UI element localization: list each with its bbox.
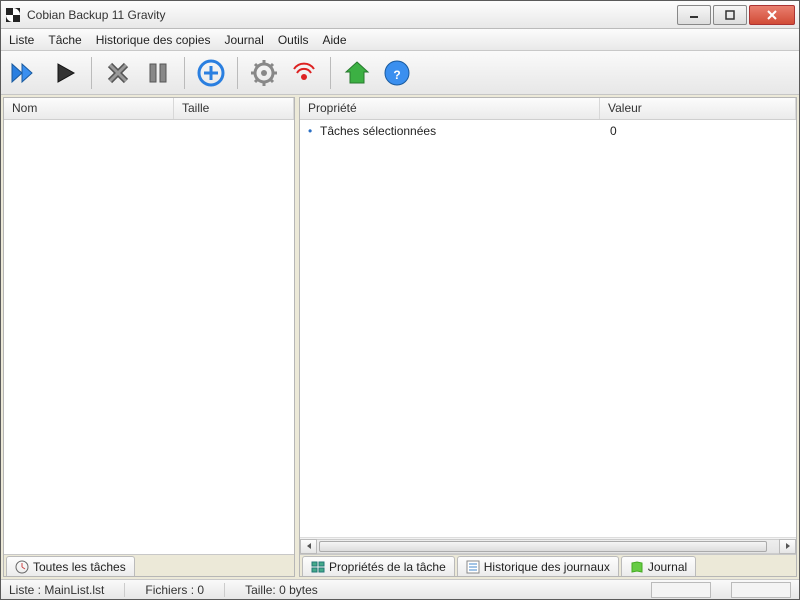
book-icon	[630, 560, 644, 574]
new-task-button[interactable]	[193, 55, 229, 91]
scroll-right-arrow[interactable]	[779, 539, 796, 554]
right-tabs: Propriétés de la tâche Historique des jo…	[300, 554, 796, 576]
run-all-button[interactable]	[7, 55, 43, 91]
menu-liste[interactable]: Liste	[9, 33, 34, 47]
toolbar-separator	[330, 57, 331, 89]
clock-icon	[15, 560, 29, 574]
col-size[interactable]: Taille	[174, 98, 294, 119]
menu-aide[interactable]: Aide	[323, 33, 347, 47]
menu-historique[interactable]: Historique des copies	[96, 33, 211, 47]
tab-label: Propriétés de la tâche	[329, 560, 446, 574]
properties-icon	[311, 560, 325, 574]
tab-log-history[interactable]: Historique des journaux	[457, 556, 619, 576]
status-size: Taille: 0 bytes	[245, 583, 338, 597]
minimize-button[interactable]	[677, 5, 711, 25]
svg-text:?: ?	[393, 68, 400, 82]
properties-header: Propriété Valeur	[300, 98, 796, 120]
status-box	[731, 582, 791, 598]
title-bar[interactable]: Cobian Backup 11 Gravity	[1, 1, 799, 29]
toolbar-separator	[91, 57, 92, 89]
home-button[interactable]	[339, 55, 375, 91]
status-list: Liste : MainList.lst	[9, 583, 125, 597]
status-bar: Liste : MainList.lst Fichiers : 0 Taille…	[1, 579, 799, 599]
tab-all-tasks[interactable]: Toutes les tâches	[6, 556, 135, 576]
app-window: Cobian Backup 11 Gravity Liste Tâche His…	[0, 0, 800, 600]
remote-button[interactable]	[286, 55, 322, 91]
window-title: Cobian Backup 11 Gravity	[27, 8, 675, 22]
maximize-button[interactable]	[713, 5, 747, 25]
task-list-content[interactable]	[4, 120, 294, 554]
col-property[interactable]: Propriété	[300, 98, 600, 119]
property-value: 0	[610, 124, 617, 138]
menu-bar: Liste Tâche Historique des copies Journa…	[1, 29, 799, 51]
app-icon	[5, 7, 21, 23]
tab-label: Historique des journaux	[484, 560, 610, 574]
menu-journal[interactable]: Journal	[224, 33, 263, 47]
tab-label: Toutes les tâches	[33, 560, 126, 574]
left-tabs: Toutes les tâches	[4, 554, 294, 576]
menu-outils[interactable]: Outils	[278, 33, 309, 47]
window-buttons	[675, 5, 795, 25]
col-name[interactable]: Nom	[4, 98, 174, 119]
help-button[interactable]: ?	[379, 55, 415, 91]
bullet-icon: •	[308, 124, 320, 138]
horizontal-scrollbar[interactable]	[300, 537, 796, 554]
list-icon	[466, 560, 480, 574]
task-list-header: Nom Taille	[4, 98, 294, 120]
options-button[interactable]	[246, 55, 282, 91]
scroll-track[interactable]	[317, 539, 779, 554]
toolbar-separator	[237, 57, 238, 89]
col-value[interactable]: Valeur	[600, 98, 796, 119]
properties-content[interactable]: • Tâches sélectionnées 0	[300, 120, 796, 537]
properties-panel: Propriété Valeur • Tâches sélectionnées …	[299, 97, 797, 577]
status-files: Fichiers : 0	[145, 583, 225, 597]
pause-button[interactable]	[140, 55, 176, 91]
property-label: Tâches sélectionnées	[320, 124, 610, 138]
main-body: Nom Taille Toutes les tâches Propriété V…	[1, 95, 799, 579]
run-selected-button[interactable]	[47, 55, 83, 91]
status-box	[651, 582, 711, 598]
scroll-thumb[interactable]	[319, 541, 767, 552]
toolbar: ?	[1, 51, 799, 95]
tab-journal[interactable]: Journal	[621, 556, 696, 576]
abort-button[interactable]	[100, 55, 136, 91]
tab-task-properties[interactable]: Propriétés de la tâche	[302, 556, 455, 576]
toolbar-separator	[184, 57, 185, 89]
menu-tache[interactable]: Tâche	[48, 33, 81, 47]
property-row: • Tâches sélectionnées 0	[300, 120, 796, 142]
task-list-panel: Nom Taille Toutes les tâches	[3, 97, 295, 577]
tab-label: Journal	[648, 560, 687, 574]
scroll-left-arrow[interactable]	[300, 539, 317, 554]
close-button[interactable]	[749, 5, 795, 25]
